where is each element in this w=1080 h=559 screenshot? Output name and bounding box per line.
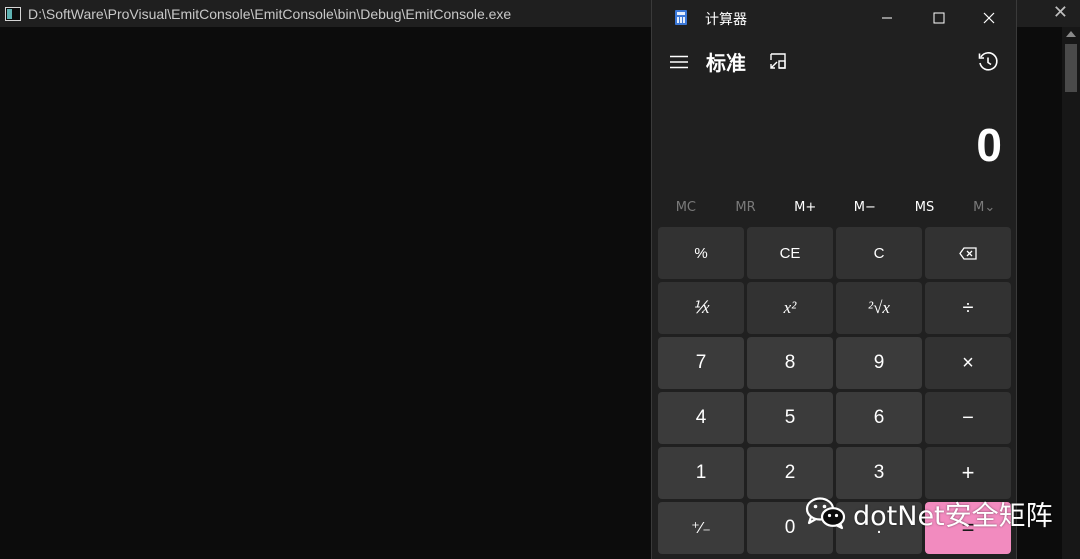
history-icon [978,52,998,71]
calculator-app-icon [675,10,687,25]
memory-add-button[interactable]: M+ [775,195,835,221]
digit-4-button[interactable]: 4 [658,392,744,444]
memory-button-row: MC MR M+ M− MS M⌄ [656,195,1014,221]
memory-subtract-button[interactable]: M− [835,195,895,221]
close-button[interactable] [966,0,1012,36]
console-app-icon [5,6,21,21]
digit-3-button[interactable]: 3 [836,447,922,499]
square-root-button[interactable]: ²√x [836,282,922,334]
maximize-icon [933,12,945,24]
digit-2-button[interactable]: 2 [747,447,833,499]
minimize-button[interactable] [864,0,910,36]
divide-button[interactable]: ÷ [925,282,1011,334]
percent-button[interactable]: % [658,227,744,279]
calculator-window: 计算器 标准 0 MC MR M+ M− MS M⌄ % CE C ⅟x x² … [651,0,1017,559]
clear-entry-button[interactable]: CE [747,227,833,279]
negate-button[interactable]: ⁺∕₋ [658,502,744,554]
digit-1-button[interactable]: 1 [658,447,744,499]
add-button[interactable]: + [925,447,1011,499]
digit-8-button[interactable]: 8 [747,337,833,389]
backspace-button[interactable] [925,227,1011,279]
scroll-up-arrow-icon[interactable] [1066,31,1076,37]
wechat-icon [805,496,847,530]
mode-header: 标准 [652,42,1018,82]
memory-list-button[interactable]: M⌄ [954,195,1014,221]
backspace-icon [959,246,977,260]
clear-button[interactable]: C [836,227,922,279]
calculator-mode-title: 标准 [706,51,746,75]
minimize-icon [882,17,892,19]
console-close-button[interactable]: ✕ [1053,2,1068,23]
result-display: 0 [976,119,1002,171]
digit-9-button[interactable]: 9 [836,337,922,389]
calculator-titlebar: 计算器 [652,0,1018,36]
digit-5-button[interactable]: 5 [747,392,833,444]
history-button[interactable] [977,51,1001,75]
console-scrollbar[interactable] [1062,27,1080,559]
square-label: x² [783,298,797,317]
console-window-title: D:\SoftWare\ProVisual\EmitConsole\EmitCo… [28,5,512,22]
watermark: dotNet安全矩阵 [805,493,1053,533]
memory-recall-button[interactable]: MR [716,195,776,221]
digit-7-button[interactable]: 7 [658,337,744,389]
square-root-label: ²√x [868,298,890,317]
keep-on-top-button[interactable] [768,51,790,73]
hamburger-icon [670,55,688,69]
calculator-window-title: 计算器 [705,12,747,28]
close-icon [983,12,995,24]
navigation-menu-button[interactable] [666,50,692,74]
subtract-button[interactable]: − [925,392,1011,444]
scrollbar-thumb[interactable] [1065,44,1077,92]
digit-6-button[interactable]: 6 [836,392,922,444]
watermark-text: dotNet安全矩阵 [853,500,1053,532]
maximize-button[interactable] [916,0,962,36]
reciprocal-label: ⅟x [692,298,710,317]
multiply-button[interactable]: × [925,337,1011,389]
square-button[interactable]: x² [747,282,833,334]
memory-store-button[interactable]: MS [895,195,955,221]
memory-clear-button[interactable]: MC [656,195,716,221]
keep-on-top-icon [770,53,786,69]
reciprocal-button[interactable]: ⅟x [658,282,744,334]
